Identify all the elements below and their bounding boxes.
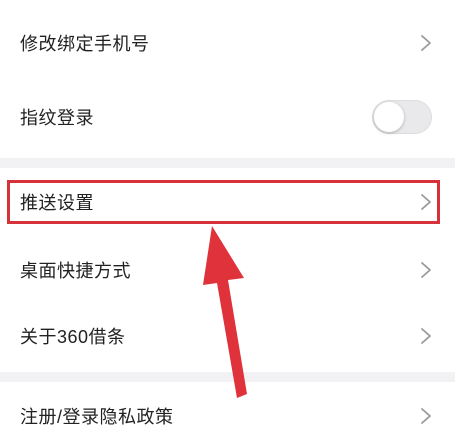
- desktop-shortcut-label: 桌面快捷方式: [20, 261, 131, 281]
- fingerprint-login-toggle[interactable]: [372, 100, 432, 134]
- privacy-policy-label: 注册/登录隐私政策: [20, 407, 174, 427]
- fingerprint-login-row: 指纹登录: [0, 80, 455, 154]
- push-settings-row[interactable]: 推送设置: [0, 168, 455, 236]
- policy-group: 注册/登录隐私政策: [0, 382, 455, 433]
- account-settings-group: 修改绑定手机号 指纹登录: [0, 0, 455, 158]
- settings-page: 修改绑定手机号 指纹登录 推送设置 桌面快捷方式 关于360借条 注册/登录隐私…: [0, 0, 455, 433]
- chevron-right-icon: [421, 328, 431, 344]
- toggle-knob: [374, 102, 404, 132]
- chevron-right-icon: [421, 408, 431, 424]
- privacy-policy-row[interactable]: 注册/登录隐私政策: [0, 382, 455, 433]
- change-phone-row[interactable]: 修改绑定手机号: [0, 6, 455, 80]
- chevron-right-icon: [421, 194, 431, 210]
- chevron-right-icon: [421, 35, 431, 51]
- app-settings-group: 推送设置 桌面快捷方式 关于360借条: [0, 168, 455, 372]
- push-settings-label: 推送设置: [20, 193, 94, 213]
- about-row[interactable]: 关于360借条: [0, 302, 455, 370]
- desktop-shortcut-row[interactable]: 桌面快捷方式: [0, 236, 455, 304]
- change-phone-label: 修改绑定手机号: [20, 34, 150, 54]
- chevron-right-icon: [421, 262, 431, 278]
- about-label: 关于360借条: [20, 327, 126, 347]
